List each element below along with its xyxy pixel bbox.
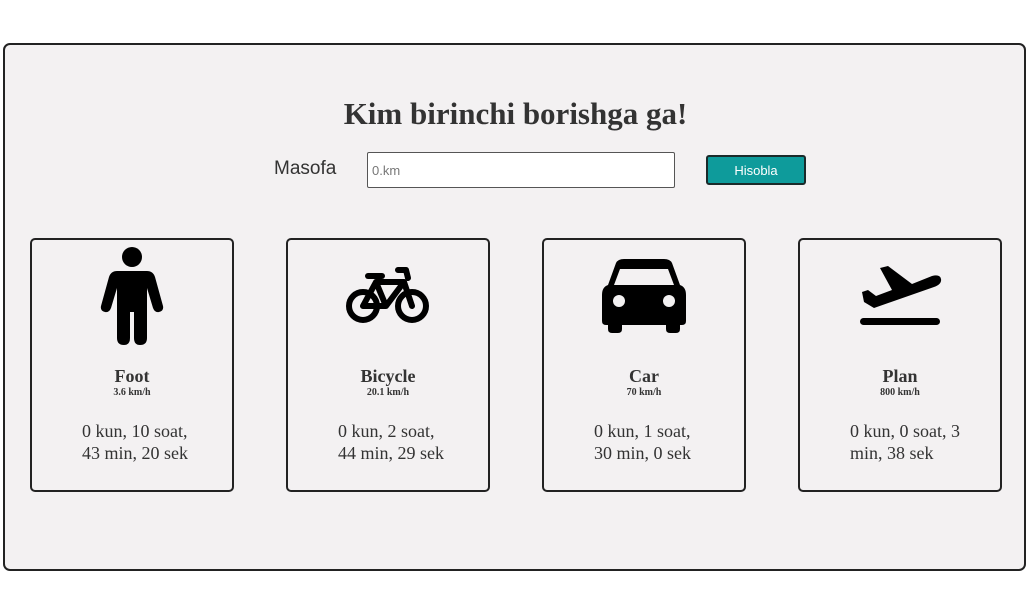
card-result: 0 kun, 0 soat, 3 min, 38 sek — [850, 421, 960, 463]
card-name: Foot — [114, 366, 150, 386]
card-name: Car — [629, 366, 659, 386]
card-speed: 20.1 km/h — [366, 387, 410, 398]
car-icon — [544, 246, 744, 346]
bicycle-icon — [288, 246, 488, 346]
card-result: 0 kun, 2 soat, 44 min, 29 sek — [338, 421, 444, 463]
card-name: Bicycle — [360, 366, 416, 386]
card-result: 0 kun, 10 soat, 43 min, 20 sek — [82, 421, 188, 463]
page-title: Kim birinchi borishga ga! — [343, 96, 688, 131]
transport-card-foot: Foot 3.6 km/h 0 kun, 10 soat, 43 min, 20… — [30, 238, 234, 492]
airplane-icon — [800, 246, 1000, 346]
person-icon — [32, 246, 232, 346]
card-result: 0 kun, 1 soat, 30 min, 0 sek — [594, 421, 691, 463]
calculate-button[interactable]: Hisobla — [706, 155, 806, 185]
card-speed: 70 km/h — [626, 387, 662, 398]
transport-card-car: Car 70 km/h 0 kun, 1 soat, 30 min, 0 sek — [542, 238, 746, 492]
transport-card-bicycle: Bicycle 20.1 km/h 0 kun, 2 soat, 44 min,… — [286, 238, 490, 492]
transport-card-plan: Plan 800 km/h 0 kun, 0 soat, 3 min, 38 s… — [798, 238, 1002, 492]
distance-label: Masofa — [274, 158, 337, 179]
card-speed: 3.6 km/h — [113, 387, 151, 398]
card-speed: 800 km/h — [880, 387, 920, 398]
distance-input[interactable] — [367, 152, 675, 188]
card-name: Plan — [882, 366, 918, 386]
